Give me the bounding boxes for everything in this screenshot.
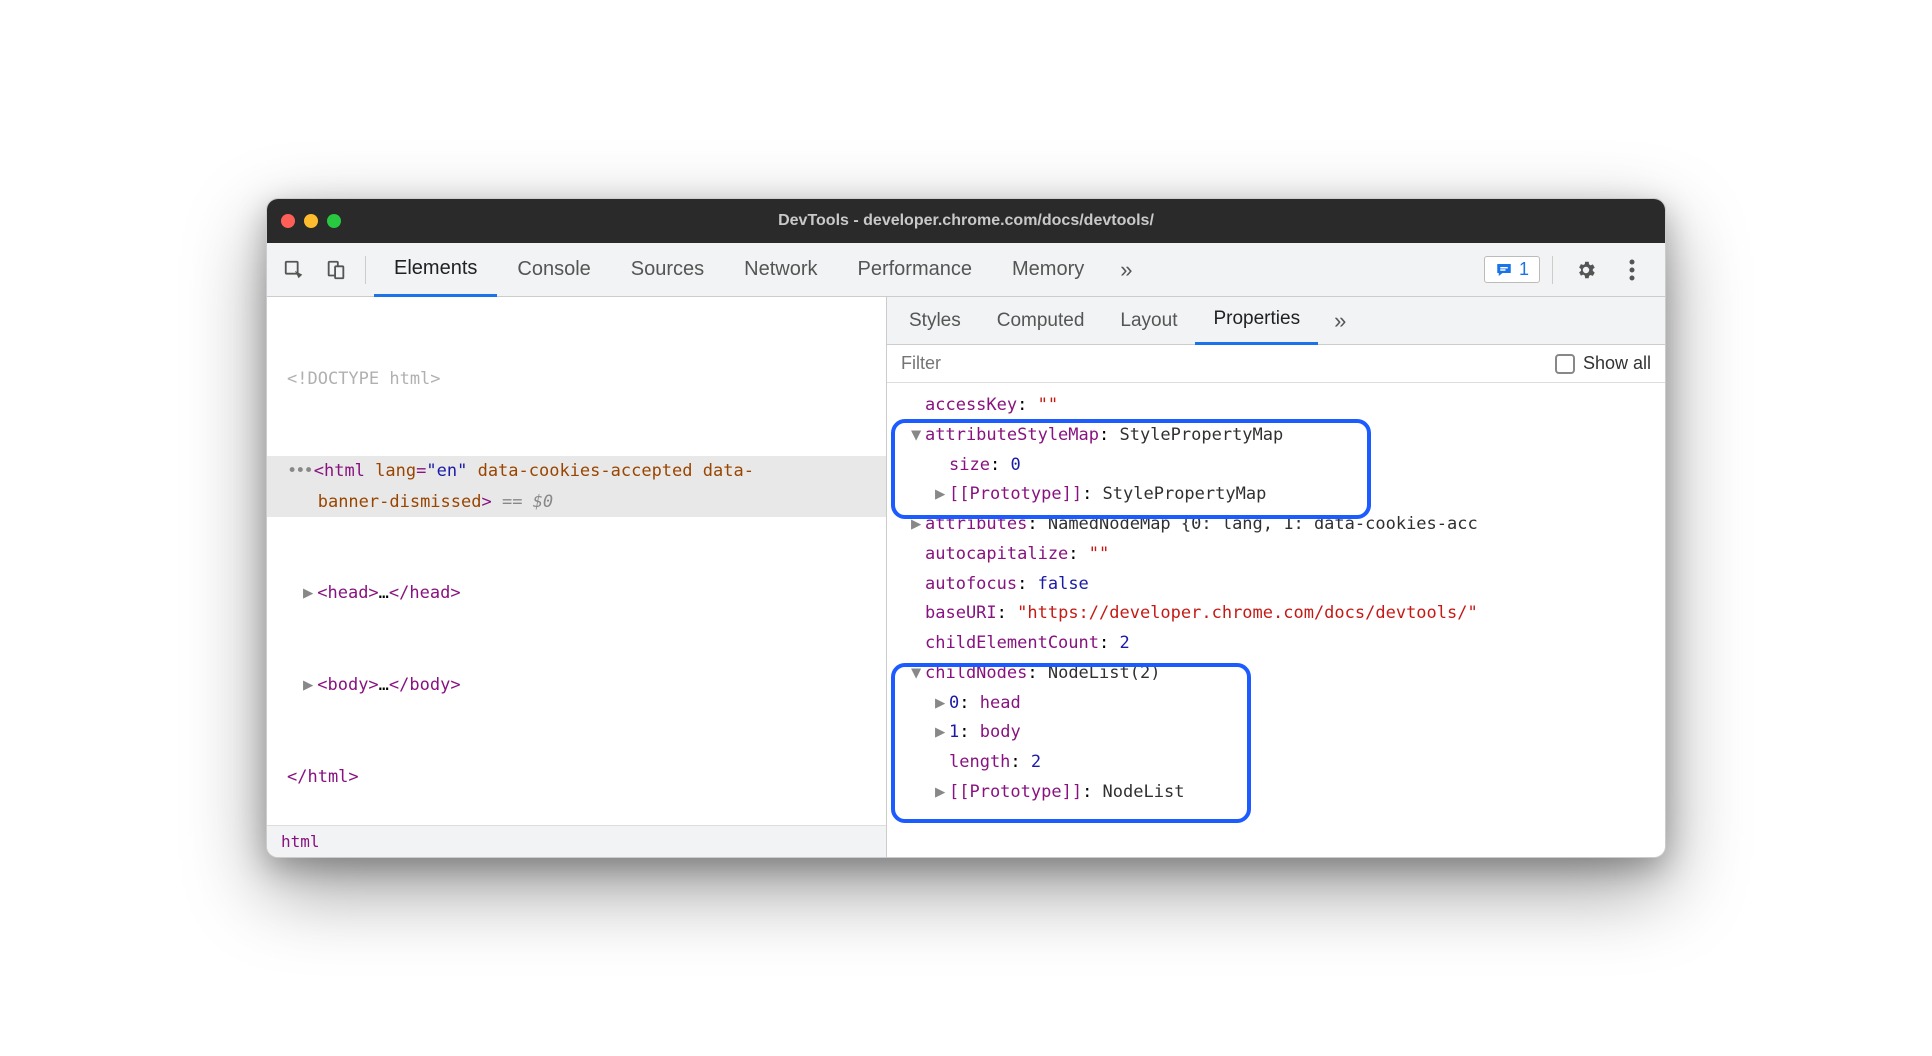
show-all-toggle[interactable]: Show all <box>1555 353 1651 374</box>
prop-prototype-2[interactable]: ▶[[Prototype]]: NodeList <box>897 778 1665 808</box>
tab-memory[interactable]: Memory <box>992 243 1104 297</box>
zoom-button[interactable] <box>327 214 341 228</box>
devtools-window: DevTools - developer.chrome.com/docs/dev… <box>266 198 1666 858</box>
sidebar-pane: Styles Computed Layout Properties » Show… <box>887 297 1665 857</box>
more-tabs-icon[interactable]: » <box>1104 257 1148 283</box>
prop-attributestylemap[interactable]: ▼attributeStyleMap: StylePropertyMap <box>897 421 1665 451</box>
divider <box>365 256 366 284</box>
dom-html-open[interactable]: •••<html lang="en" data-cookies-accepted… <box>267 456 886 517</box>
subtab-layout[interactable]: Layout <box>1102 297 1195 345</box>
prop-size[interactable]: size: 0 <box>897 451 1665 481</box>
prop-attributes[interactable]: ▶attributes: NamedNodeMap {0: lang, 1: d… <box>897 510 1665 540</box>
subtab-computed[interactable]: Computed <box>979 297 1103 345</box>
issue-count: 1 <box>1519 259 1529 280</box>
traffic-lights <box>281 214 341 228</box>
dom-body[interactable]: ▶<body>…</body> <box>267 670 886 701</box>
tab-network[interactable]: Network <box>724 243 837 297</box>
panels-container: <!DOCTYPE html> •••<html lang="en" data-… <box>267 297 1665 857</box>
dom-doctype[interactable]: <!DOCTYPE html> <box>267 364 886 395</box>
inspect-element-icon[interactable] <box>273 249 315 291</box>
prop-length[interactable]: length: 2 <box>897 748 1665 778</box>
tab-sources[interactable]: Sources <box>611 243 724 297</box>
prop-baseuri[interactable]: baseURI: "https://developer.chrome.com/d… <box>897 599 1665 629</box>
prop-childnodes-1[interactable]: ▶1: body <box>897 718 1665 748</box>
properties-list[interactable]: accessKey: "" ▼attributeStyleMap: StyleP… <box>887 383 1665 857</box>
window-title: DevTools - developer.chrome.com/docs/dev… <box>778 212 1154 230</box>
dom-head[interactable]: ▶<head>…</head> <box>267 578 886 609</box>
prop-accesskey[interactable]: accessKey: "" <box>897 391 1665 421</box>
subtab-properties[interactable]: Properties <box>1195 297 1318 345</box>
settings-icon[interactable] <box>1565 249 1607 291</box>
checkbox-icon[interactable] <box>1555 354 1575 374</box>
issues-badge[interactable]: 1 <box>1484 256 1540 283</box>
sidebar-tabs: Styles Computed Layout Properties » <box>887 297 1665 345</box>
main-tabs: Elements Console Sources Network Perform… <box>374 243 1148 297</box>
more-subtabs-icon[interactable]: » <box>1318 308 1362 334</box>
show-all-label: Show all <box>1583 353 1651 374</box>
titlebar: DevTools - developer.chrome.com/docs/dev… <box>267 199 1665 243</box>
prop-autofocus[interactable]: autofocus: false <box>897 570 1665 600</box>
tab-elements[interactable]: Elements <box>374 243 497 297</box>
prop-childnodes[interactable]: ▼childNodes: NodeList(2) <box>897 659 1665 689</box>
subtab-styles[interactable]: Styles <box>891 297 979 345</box>
close-button[interactable] <box>281 214 295 228</box>
minimize-button[interactable] <box>304 214 318 228</box>
dom-tree[interactable]: <!DOCTYPE html> •••<html lang="en" data-… <box>267 297 886 825</box>
prop-childnodes-0[interactable]: ▶0: head <box>897 689 1665 719</box>
filter-input[interactable] <box>901 353 1555 374</box>
device-toggle-icon[interactable] <box>315 249 357 291</box>
divider <box>1552 256 1553 284</box>
prop-prototype-1[interactable]: ▶[[Prototype]]: StylePropertyMap <box>897 480 1665 510</box>
message-icon <box>1495 261 1513 279</box>
breadcrumb-html[interactable]: html <box>267 825 886 857</box>
dom-html-close[interactable]: </html> <box>267 762 886 793</box>
dom-tree-pane: <!DOCTYPE html> •••<html lang="en" data-… <box>267 297 887 857</box>
filter-row: Show all <box>887 345 1665 383</box>
prop-childelementcount[interactable]: childElementCount: 2 <box>897 629 1665 659</box>
tab-console[interactable]: Console <box>497 243 610 297</box>
main-toolbar: Elements Console Sources Network Perform… <box>267 243 1665 297</box>
prop-autocapitalize[interactable]: autocapitalize: "" <box>897 540 1665 570</box>
kebab-menu-icon[interactable] <box>1611 249 1653 291</box>
tab-performance[interactable]: Performance <box>838 243 993 297</box>
